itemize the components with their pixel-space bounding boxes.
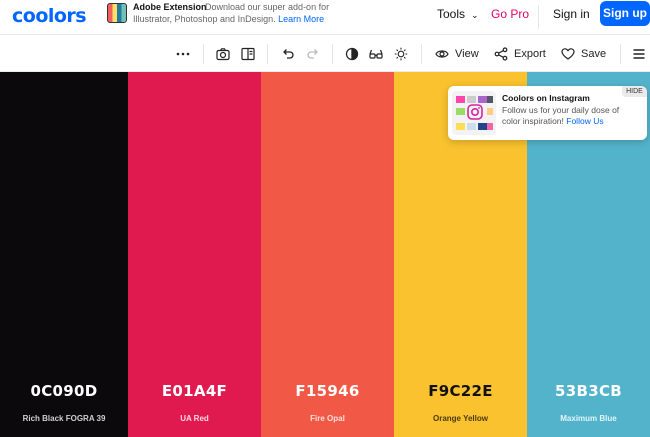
view-label: View	[455, 48, 479, 60]
color-swatch[interactable]: F15946 Fire Opal	[261, 72, 394, 437]
hide-popup-button[interactable]: HIDE	[622, 86, 647, 97]
palette-toolbar: View Export Save	[0, 36, 650, 72]
toolbar-divider	[267, 44, 268, 64]
popup-title: Coolors on Instagram	[502, 93, 590, 103]
glasses-icon[interactable]	[369, 45, 383, 63]
eye-icon	[435, 50, 449, 58]
popup-body-text: color inspiration!	[502, 116, 564, 126]
sign-up-button[interactable]: Sign up	[600, 1, 650, 26]
color-name[interactable]: UA Red	[128, 414, 261, 423]
thumb-swatch	[456, 108, 465, 115]
color-hex-code[interactable]: 0C090D	[0, 382, 128, 400]
color-name[interactable]: Fire Opal	[261, 414, 394, 423]
view-panels-icon[interactable]	[241, 45, 255, 63]
color-name[interactable]: Orange Yellow	[394, 414, 527, 423]
toolbar-divider	[620, 44, 621, 64]
camera-icon[interactable]	[216, 45, 230, 63]
color-swatch[interactable]: E01A4F UA Red	[128, 72, 261, 437]
instagram-thumbnail	[452, 91, 496, 135]
thumb-swatch	[456, 96, 465, 103]
adobe-extension-description-line2: Illustrator, Photoshop and InDesign. Lea…	[133, 14, 324, 24]
more-options-icon[interactable]	[176, 45, 190, 63]
tools-menu[interactable]: Tools ⌄	[437, 7, 479, 21]
follow-us-link[interactable]: Follow Us	[566, 116, 603, 126]
adobe-extension-description-text: Illustrator, Photoshop and InDesign.	[133, 14, 276, 24]
thumb-swatch	[487, 96, 493, 103]
sign-in-link[interactable]: Sign in	[553, 7, 590, 21]
instagram-popup: HIDE Coolors on Instagram Follow us for …	[448, 86, 647, 140]
adobe-extension-thumbnail[interactable]	[107, 3, 127, 23]
thumb-swatch	[456, 123, 465, 130]
share-icon	[494, 47, 508, 61]
color-name[interactable]: Rich Black FOGRA 39	[0, 414, 128, 423]
toolbar-divider	[421, 44, 422, 64]
adobe-extension-description: Download our super add-on for	[205, 2, 330, 12]
thumb-swatch	[478, 123, 487, 130]
learn-more-link[interactable]: Learn More	[278, 14, 324, 24]
thumb-swatch	[487, 108, 493, 115]
color-hex-code[interactable]: E01A4F	[128, 382, 261, 400]
color-swatch[interactable]: 0C090D Rich Black FOGRA 39	[0, 72, 128, 437]
toolbar-divider	[332, 44, 333, 64]
thumb-swatch	[487, 123, 493, 130]
view-button[interactable]: View	[435, 45, 479, 63]
save-button[interactable]: Save	[561, 45, 606, 63]
export-button[interactable]: Export	[494, 45, 546, 63]
top-navbar: coolors Adobe Extension Download our sup…	[0, 0, 650, 35]
contrast-icon[interactable]	[345, 45, 359, 63]
hamburger-menu-icon[interactable]	[632, 45, 646, 63]
coolors-logo[interactable]: coolors	[12, 5, 87, 27]
thumb-swatch	[478, 96, 487, 103]
save-label: Save	[581, 48, 607, 60]
export-label: Export	[514, 48, 546, 60]
toolbar-divider	[203, 44, 204, 64]
color-name[interactable]: Maximum Blue	[527, 414, 650, 423]
brightness-icon[interactable]	[394, 45, 408, 63]
color-hex-code[interactable]: 53B3CB	[527, 382, 650, 400]
go-pro-link[interactable]: Go Pro	[491, 7, 529, 21]
thumb-swatch	[467, 96, 476, 103]
undo-icon[interactable]	[281, 45, 295, 63]
popup-body: Follow us for your daily dose of	[502, 105, 620, 115]
color-hex-code[interactable]: F9C22E	[394, 382, 527, 400]
nav-divider	[538, 5, 539, 29]
redo-icon[interactable]	[306, 45, 320, 63]
tools-label: Tools	[437, 7, 466, 21]
heart-icon	[561, 48, 575, 60]
thumb-swatch	[467, 123, 476, 130]
chevron-down-icon: ⌄	[471, 10, 479, 20]
adobe-extension-title[interactable]: Adobe Extension	[133, 2, 207, 12]
instagram-icon	[467, 104, 483, 120]
color-hex-code[interactable]: F15946	[261, 382, 394, 400]
popup-body-line2: color inspiration! Follow Us	[502, 116, 604, 126]
